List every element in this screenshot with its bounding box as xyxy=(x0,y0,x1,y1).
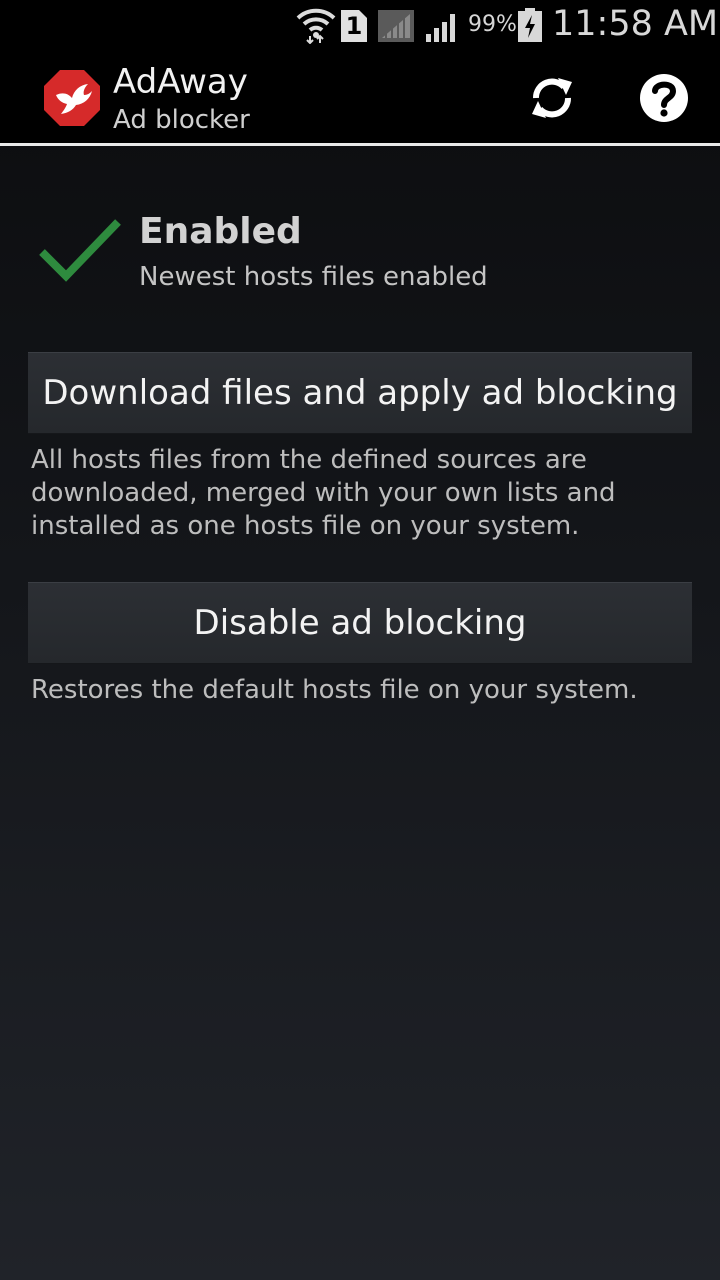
disable-blocking-button[interactable]: Disable ad blocking xyxy=(28,582,692,663)
app-subtitle: Ad blocker xyxy=(113,105,250,135)
clock: 11:58 AM xyxy=(552,4,719,44)
status-bar: 1 99% 11:58 AM xyxy=(0,0,720,50)
signal-empty-icon xyxy=(378,10,414,42)
disable-description: Restores the default hosts file on your … xyxy=(31,675,638,705)
help-button[interactable] xyxy=(636,70,692,126)
download-apply-button[interactable]: Download files and apply ad blocking xyxy=(28,352,692,433)
sim-icon: 1 xyxy=(341,10,367,42)
status-title: Enabled xyxy=(139,211,302,252)
app-screen: 1 99% 11:58 AM AdAway Ad blocker Enabled… xyxy=(0,0,720,1280)
help-icon xyxy=(640,74,688,122)
battery-charging-icon xyxy=(518,8,542,42)
status-subtitle: Newest hosts files enabled xyxy=(139,262,488,292)
battery-percent: 99% xyxy=(468,12,517,37)
checkmark-icon xyxy=(39,219,121,282)
sim-slot-number: 1 xyxy=(345,12,363,40)
action-bar: AdAway Ad blocker xyxy=(0,50,720,146)
refresh-icon xyxy=(532,78,572,118)
download-description: All hosts files from the defined sources… xyxy=(31,445,616,541)
refresh-button[interactable] xyxy=(524,70,580,126)
signal-icon xyxy=(426,14,455,42)
wifi-icon xyxy=(296,8,336,44)
adaway-logo xyxy=(44,70,100,126)
app-title: AdAway xyxy=(113,62,248,102)
